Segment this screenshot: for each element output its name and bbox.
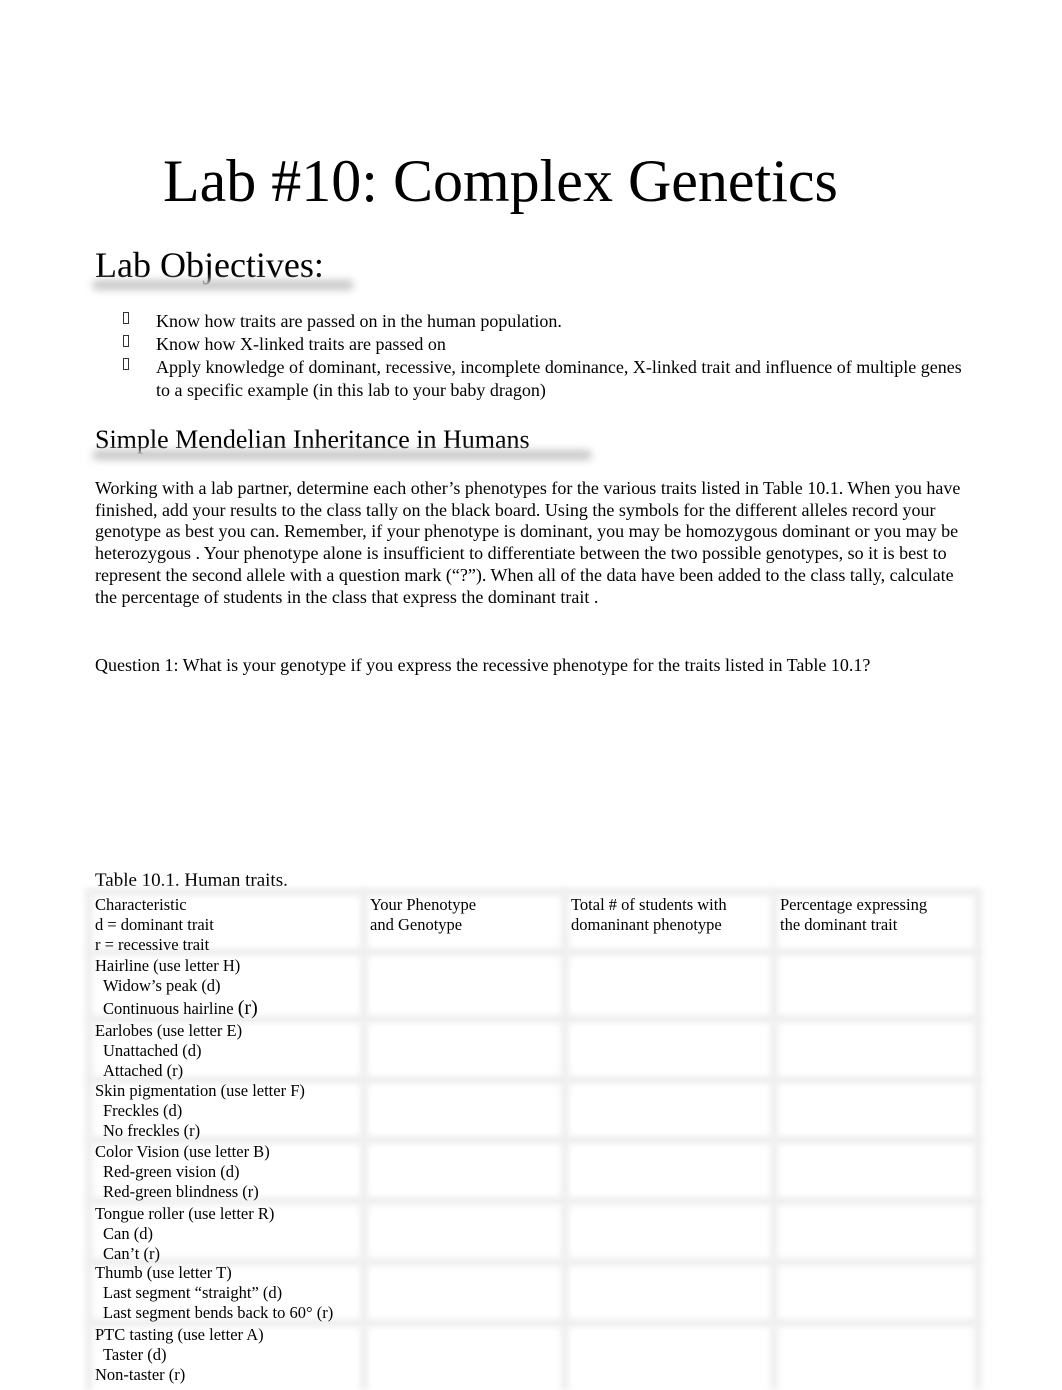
instructions-paragraph: Working with a lab partner, determine ea…: [95, 478, 961, 607]
recessive-phenotype: Last segment bends back to 60° (r): [103, 1303, 334, 1322]
header-line: r = recessive trait: [95, 935, 210, 954]
trait-name: Skin pigmentation (use letter F): [95, 1081, 305, 1100]
trait-name: Color Vision (use letter B): [95, 1142, 270, 1161]
objective-item: Know how traits are passed on in the hum…: [95, 310, 975, 333]
objective-text: Know how X-linked traits are passed on: [156, 334, 446, 354]
objective-item: Know how X-linked traits are passed on: [95, 333, 975, 356]
header-line: the dominant trait: [780, 915, 898, 934]
dominant-phenotype: Last segment “straight” (d): [103, 1283, 283, 1302]
table-row: Tongue roller (use letter R) Can (d) Can…: [95, 1204, 365, 1264]
header-line: domaninant phenotype: [571, 915, 722, 934]
header-line: Characteristic: [95, 895, 187, 914]
table-border: [85, 890, 93, 1390]
dominant-phenotype: Widow’s peak (d): [103, 976, 221, 995]
header-characteristic: Characteristic d = dominant trait r = re…: [95, 895, 365, 955]
table-row: Earlobes (use letter E) Unattached (d) A…: [95, 1021, 365, 1081]
objectives-list: Know how traits are passed on in the hum…: [95, 310, 975, 402]
header-percentage: Percentage expressing the dominant trait: [780, 895, 980, 935]
table-row: Thumb (use letter T) Last segment “strai…: [95, 1263, 365, 1323]
trait-name: Earlobes (use letter E): [95, 1021, 243, 1040]
header-line: Total # of students with: [571, 895, 727, 914]
header-line: and Genotype: [370, 915, 463, 934]
table-row: Color Vision (use letter B) Red-green vi…: [95, 1142, 365, 1202]
table-row: Skin pigmentation (use letter F) Freckle…: [95, 1081, 365, 1141]
table-border: [770, 890, 778, 1390]
heading-shadow-decoration: [92, 280, 354, 290]
header-line: Your Phenotype: [370, 895, 477, 914]
dominant-phenotype: Freckles (d): [103, 1101, 183, 1120]
document-title: Lab #10: Complex Genetics: [163, 148, 838, 214]
table-border: [561, 890, 569, 1390]
question-1: Question 1: What is your genotype if you…: [95, 655, 871, 675]
recessive-phenotype: Can’t (r): [103, 1244, 160, 1263]
header-total-students: Total # of students with domaninant phen…: [571, 895, 771, 935]
header-your-phenotype: Your Phenotype and Genotype: [370, 895, 560, 935]
recessive-phenotype: No freckles (r): [103, 1121, 201, 1140]
table-row: PTC tasting (use letter A) Taster (d) No…: [95, 1325, 365, 1385]
bullet-icon: [123, 335, 129, 347]
dominant-phenotype: Can (d): [103, 1224, 153, 1243]
objective-item: Apply knowledge of dominant, recessive, …: [95, 356, 975, 402]
table-border: [974, 890, 982, 1390]
document-page: Lab #10: Complex Genetics Lab Objectives…: [0, 0, 1062, 1390]
recessive-phenotype: Attached (r): [103, 1061, 184, 1080]
percentage-cell[interactable]: [778, 954, 971, 1012]
header-line: d = dominant trait: [95, 915, 214, 934]
trait-name: Thumb (use letter T): [95, 1263, 232, 1282]
recessive-phenotype: Red-green blindness (r): [103, 1182, 259, 1201]
recessive-phenotype: Continuous hairline (r): [95, 998, 365, 1019]
table-row: Hairline (use letter H) Widow’s peak (d)…: [95, 956, 365, 1019]
trait-name: PTC tasting (use letter A): [95, 1325, 264, 1344]
dominant-phenotype: Taster (d): [103, 1345, 167, 1364]
dominant-phenotype: Red-green vision (d): [103, 1162, 240, 1181]
phenotype-genotype-cell[interactable]: [368, 954, 558, 1012]
trait-name: Hairline (use letter H): [95, 956, 241, 975]
bullet-icon: [123, 312, 129, 324]
human-traits-table: Characteristic d = dominant trait r = re…: [85, 888, 982, 1390]
bullet-icon: [123, 358, 129, 370]
objective-text: Apply knowledge of dominant, recessive, …: [156, 357, 962, 400]
dominant-phenotype: Unattached (d): [103, 1041, 202, 1060]
header-line: Percentage expressing: [780, 895, 928, 914]
total-students-cell[interactable]: [569, 954, 767, 1012]
trait-name: Tongue roller (use letter R): [95, 1204, 275, 1223]
heading-shadow-decoration: [92, 450, 592, 460]
recessive-phenotype: Non-taster (r): [95, 1365, 186, 1384]
recessive-label: Continuous hairline: [103, 999, 238, 1018]
objective-text: Know how traits are passed on in the hum…: [156, 311, 562, 331]
recessive-marker: (r): [237, 997, 258, 1019]
